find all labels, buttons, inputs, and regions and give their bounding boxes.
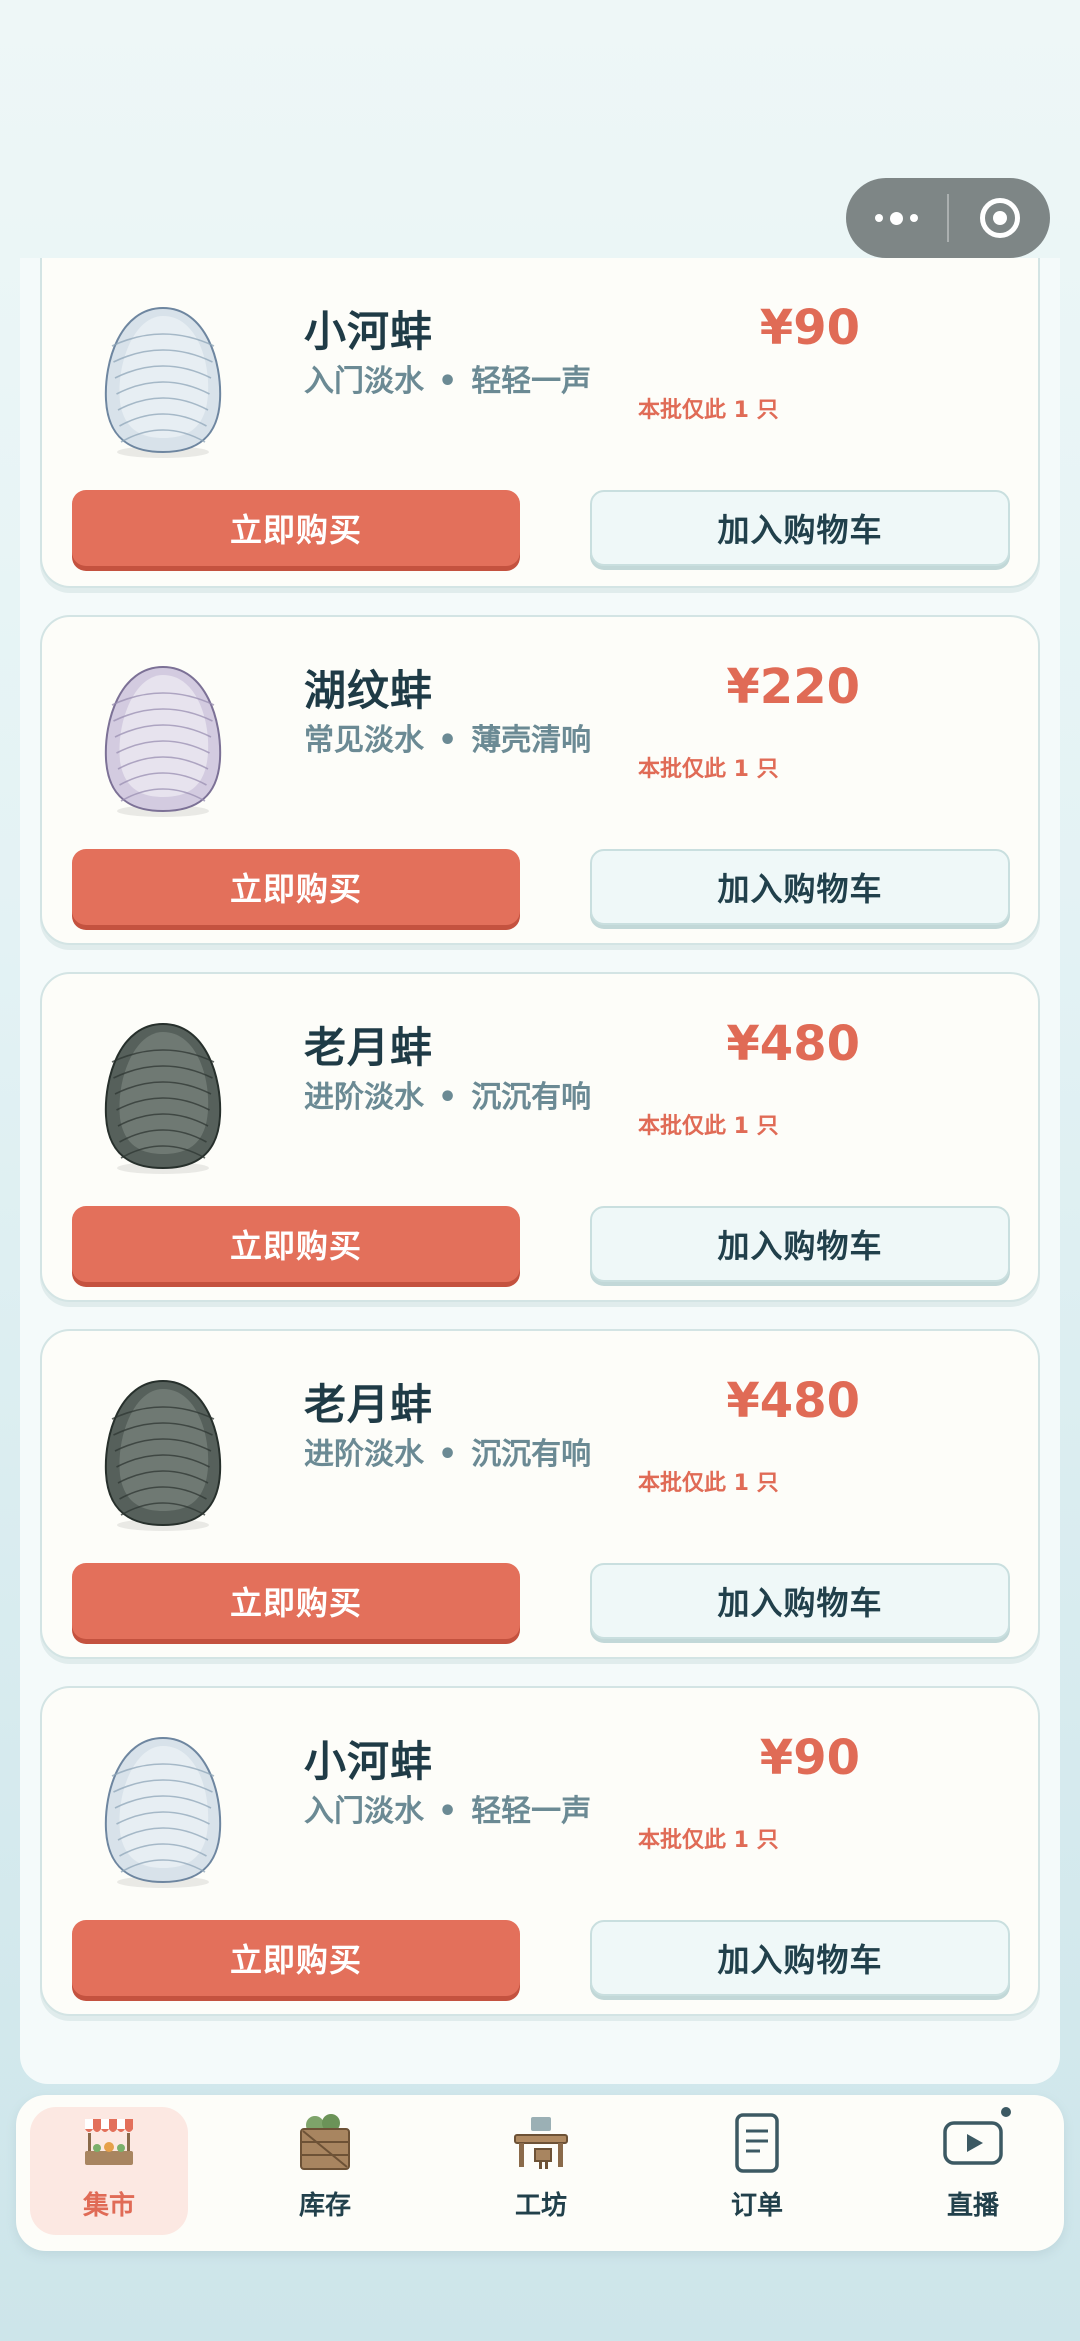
bottom-tab-bar: 集市 库存 工坊 订单 直播 xyxy=(16,2095,1064,2251)
tab-workshop[interactable]: 工坊 xyxy=(462,2107,620,2235)
tab-inventory[interactable]: 库存 xyxy=(246,2107,404,2235)
stock-note: 本批仅此 1 只 xyxy=(638,1114,779,1139)
clam-shell-icon xyxy=(98,1018,228,1178)
tab-label: 订单 xyxy=(730,2191,783,2221)
product-card: 小河蚌 入门淡水 • 轻轻一声 ¥90 本批仅此 1 只 立即购买 加入购物车 xyxy=(40,1686,1040,2016)
tab-label: 直播 xyxy=(946,2191,999,2221)
clam-shell-icon xyxy=(98,1732,228,1892)
product-list-panel: 小河蚌 入门淡水 • 轻轻一声 ¥90 本批仅此 1 只 立即购买 加入购物车 湖纹… xyxy=(20,258,1060,2084)
add-to-cart-button[interactable]: 加入购物车 xyxy=(590,849,1010,925)
product-card: 老月蚌 进阶淡水 • 沉沉有响 ¥480 本批仅此 1 只 立即购买 加入购物车 xyxy=(40,1329,1040,1659)
add-to-cart-button[interactable]: 加入购物车 xyxy=(590,1563,1010,1639)
product-price: ¥90 xyxy=(759,300,860,356)
product-desc: 进阶淡水 • 沉沉有响 xyxy=(304,1080,592,1115)
buy-now-button[interactable]: 立即购买 xyxy=(72,1206,520,1282)
product-desc: 入门淡水 • 轻轻一声 xyxy=(304,1794,592,1829)
product-desc: 入门淡水 • 轻轻一声 xyxy=(304,364,592,399)
buy-now-button[interactable]: 立即购买 xyxy=(72,1920,520,1996)
stock-note: 本批仅此 1 只 xyxy=(638,1471,779,1496)
target-circle-icon xyxy=(979,198,1020,238)
product-card: 湖纹蚌 常见淡水 • 薄壳清响 ¥220 本批仅此 1 只 立即购买 加入购物车 xyxy=(40,615,1040,945)
product-desc: 常见淡水 • 薄壳清响 xyxy=(304,723,592,758)
product-price: ¥480 xyxy=(726,1373,860,1429)
tab-orders[interactable]: 订单 xyxy=(678,2107,836,2235)
stock-note: 本批仅此 1 只 xyxy=(638,398,779,423)
more-dots-icon xyxy=(875,211,918,225)
stock-note: 本批仅此 1 只 xyxy=(638,1828,779,1853)
product-name: 小河蚌 xyxy=(304,307,434,356)
buy-now-button[interactable]: 立即购买 xyxy=(72,1563,520,1639)
tab-label: 工坊 xyxy=(514,2191,567,2221)
buy-now-button[interactable]: 立即购买 xyxy=(72,490,520,566)
product-price: ¥90 xyxy=(759,1730,860,1786)
live-play-icon xyxy=(941,2107,1011,2175)
mini-program-capsule xyxy=(846,178,1050,258)
market-stall-icon xyxy=(77,2111,141,2175)
clam-shell-icon xyxy=(98,1375,228,1535)
order-list-icon xyxy=(725,2111,789,2175)
workbench-icon xyxy=(509,2111,573,2175)
more-menu-button[interactable] xyxy=(846,178,947,258)
product-price: ¥480 xyxy=(726,1016,860,1072)
add-to-cart-button[interactable]: 加入购物车 xyxy=(590,1920,1010,1996)
tab-market[interactable]: 集市 xyxy=(30,2107,188,2235)
product-name: 老月蚌 xyxy=(304,1023,434,1072)
tab-live[interactable]: 直播 xyxy=(894,2107,1052,2235)
add-to-cart-button[interactable]: 加入购物车 xyxy=(590,490,1010,566)
tab-label: 库存 xyxy=(298,2191,351,2221)
buy-now-button[interactable]: 立即购买 xyxy=(72,849,520,925)
tab-label: 集市 xyxy=(82,2191,135,2221)
clam-shell-icon xyxy=(98,302,228,462)
product-card: 老月蚌 进阶淡水 • 沉沉有响 ¥480 本批仅此 1 只 立即购买 加入购物车 xyxy=(40,972,1040,1302)
product-name: 湖纹蚌 xyxy=(304,666,434,715)
close-mini-program-button[interactable] xyxy=(949,178,1050,258)
clam-shell-icon xyxy=(98,661,228,821)
notification-dot xyxy=(1001,2107,1011,2117)
stock-note: 本批仅此 1 只 xyxy=(638,757,779,782)
product-card: 小河蚌 入门淡水 • 轻轻一声 ¥90 本批仅此 1 只 立即购买 加入购物车 xyxy=(40,258,1040,588)
product-name: 老月蚌 xyxy=(304,1380,434,1429)
crate-icon xyxy=(293,2111,357,2175)
product-name: 小河蚌 xyxy=(304,1737,434,1786)
add-to-cart-button[interactable]: 加入购物车 xyxy=(590,1206,1010,1282)
product-price: ¥220 xyxy=(726,659,860,715)
product-desc: 进阶淡水 • 沉沉有响 xyxy=(304,1437,592,1472)
